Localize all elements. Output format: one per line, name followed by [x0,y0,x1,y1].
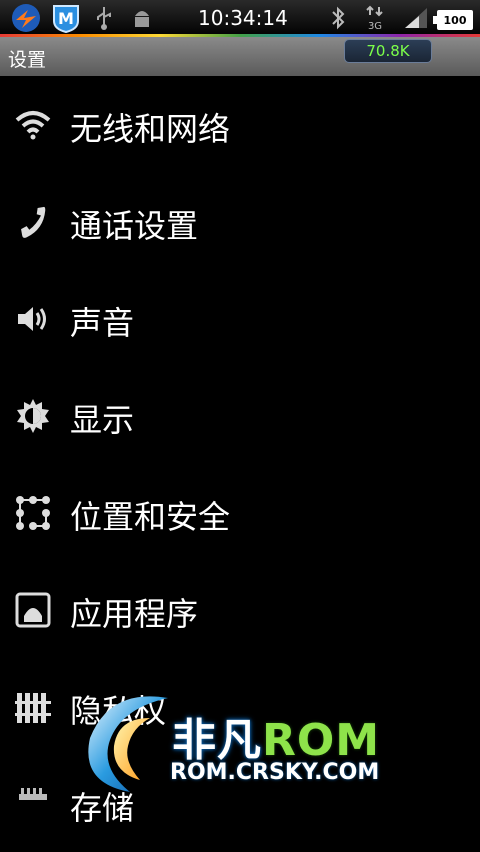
speaker-icon [14,300,52,338]
wifi-icon [14,106,52,144]
usb-icon [92,4,116,32]
watermark-url: ROM.CRSKY.COM [170,760,380,785]
watermark-swirl-icon [88,696,168,792]
settings-item-wireless[interactable]: 无线和网络 [0,76,480,173]
location-grid-icon [14,494,52,532]
bluetooth-icon [328,4,348,32]
settings-item-label: 应用程序 [70,595,199,633]
settings-item-label: 无线和网络 [70,110,231,148]
settings-item-display[interactable]: 显示 [0,367,480,464]
apps-icon [14,591,52,629]
net-speed-badge: 70.8K [344,39,432,63]
storage-icon [14,785,52,823]
settings-item-sound[interactable]: 声音 [0,270,480,367]
settings-item-applications[interactable]: 应用程序 [0,561,480,658]
phone-icon [14,203,52,241]
security-m-icon: M [50,4,82,33]
settings-item-label: 显示 [70,401,135,439]
watermark-brand: 非凡ROM [172,715,381,766]
settings-item-label: 位置和安全 [70,498,231,536]
status-bar: M 10:34:14 3G 100 [0,0,480,37]
signal-icon [402,4,430,32]
settings-item-call[interactable]: 通话设置 [0,173,480,270]
settings-item-label: 声音 [70,304,135,342]
svg-text:M: M [58,9,74,28]
settings-item-location-security[interactable]: 位置和安全 [0,464,480,561]
privacy-fence-icon [14,688,52,726]
settings-item-label: 通话设置 [70,207,199,245]
clock: 10:34:14 [198,6,288,30]
android-debug-icon [130,4,154,32]
title-bar: 设置 70.8K [0,37,480,76]
page-title: 设置 [8,49,47,71]
brightness-icon [14,397,52,435]
battery-icon: 100 [433,10,473,30]
3g-data-icon: 3G [364,4,386,32]
app-orange-icon [8,4,44,32]
svg-text:3G: 3G [368,21,382,31]
